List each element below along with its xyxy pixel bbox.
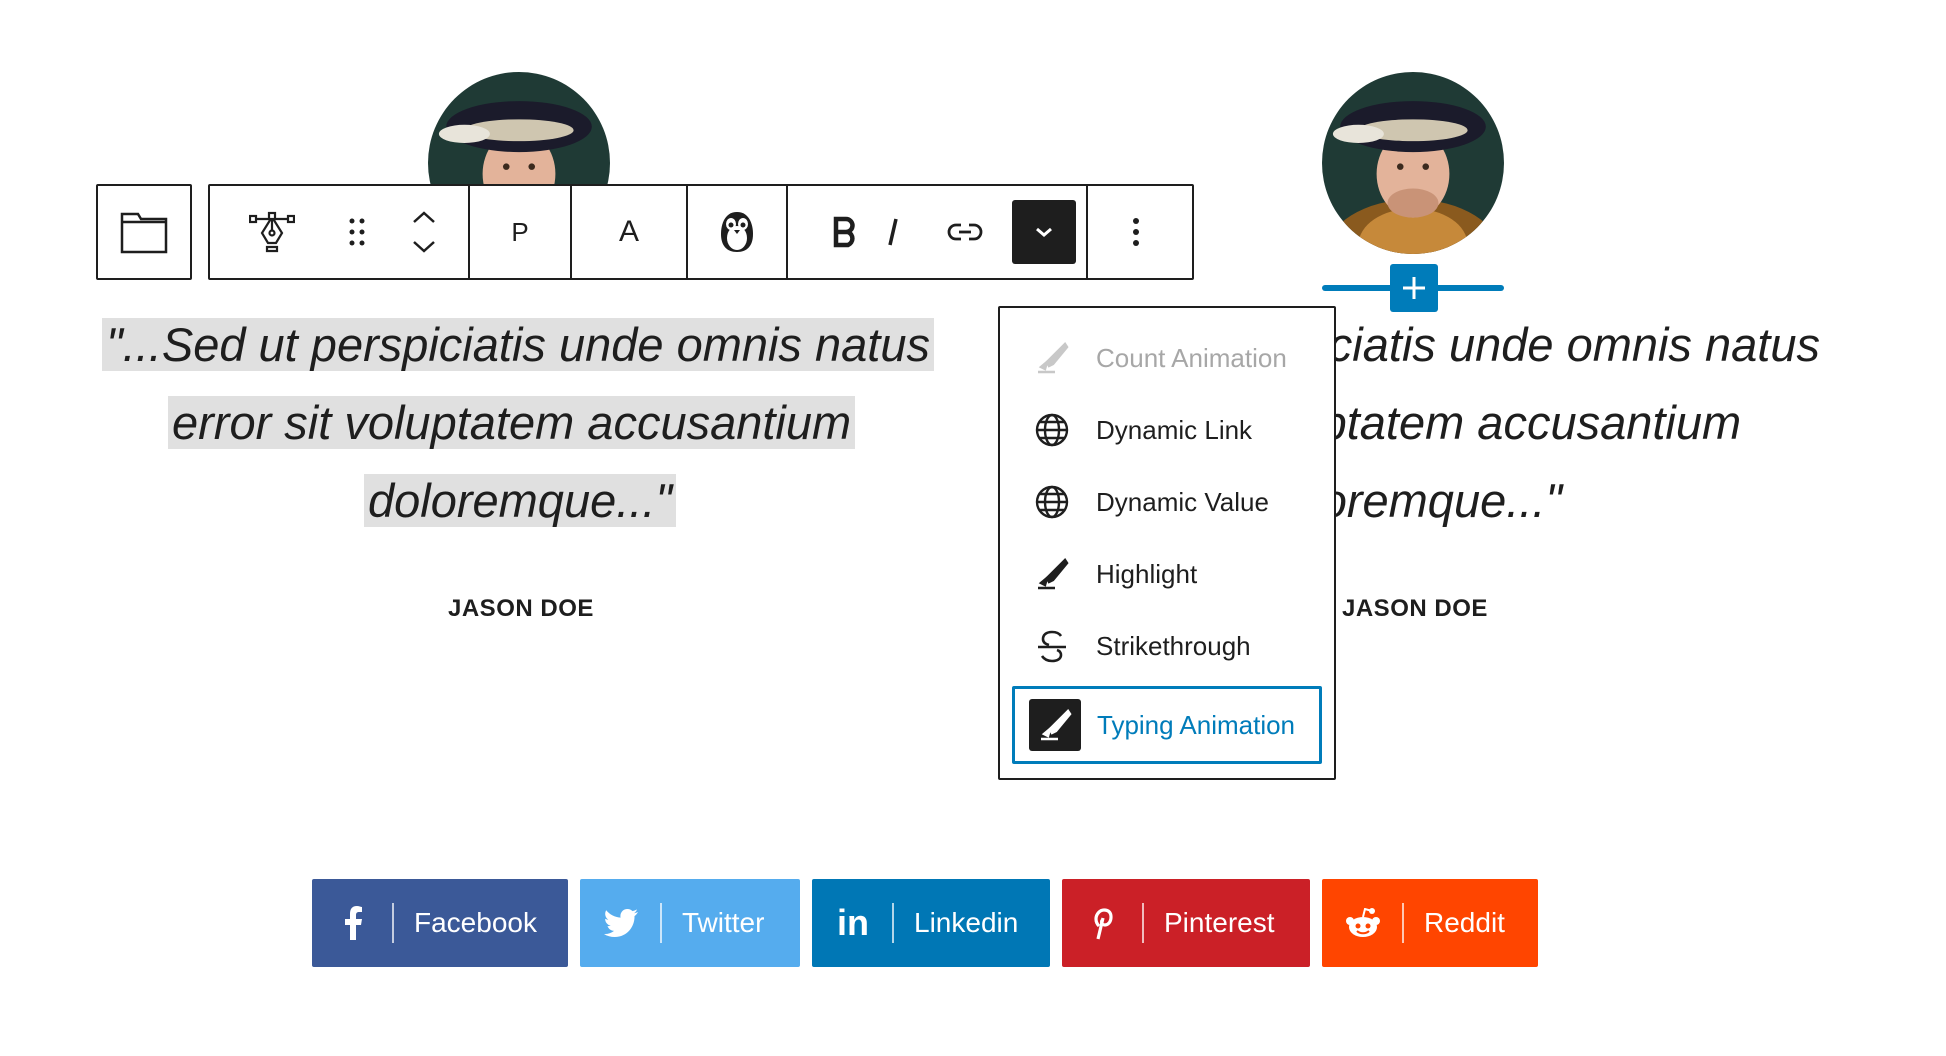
- block-controls-group: [210, 186, 470, 278]
- plugin-group: [688, 186, 788, 278]
- quote-line: error sit voluptatem accusantium: [168, 396, 856, 449]
- text-style-button[interactable]: A: [572, 186, 686, 278]
- quote-line: "...Sed ut perspiciatis unde omnis natus: [102, 318, 934, 371]
- share-label: Facebook: [414, 907, 537, 938]
- bold-button[interactable]: [788, 186, 858, 278]
- brush-icon: [1029, 699, 1081, 751]
- plus-icon: [1403, 277, 1425, 299]
- block-toolbar: P A: [208, 184, 1194, 280]
- options-button[interactable]: [1088, 186, 1184, 278]
- menu-item-dynamic-value[interactable]: Dynamic Value: [1012, 466, 1322, 538]
- menu-item-label: Count Animation: [1096, 342, 1287, 373]
- pinterest-icon: [1062, 879, 1144, 967]
- quote-line: doloremque...": [1330, 474, 1563, 527]
- menu-item-count-animation[interactable]: Count Animation: [1012, 322, 1322, 394]
- chevron-down-icon: [413, 241, 435, 253]
- drag-handle[interactable]: [334, 186, 380, 278]
- share-label: Linkedin: [914, 907, 1019, 938]
- menu-item-label: Dynamic Link: [1096, 414, 1253, 445]
- share-linkedin-button[interactable]: in Linkedin: [812, 879, 1050, 967]
- drag-dots-icon: [349, 218, 365, 246]
- share-twitter-button[interactable]: Twitter: [580, 879, 800, 967]
- menu-item-strikethrough[interactable]: Strikethrough: [1012, 610, 1322, 682]
- testimonial-quote[interactable]: "...Sed ut perspiciatis unde omnis natus…: [1330, 304, 1946, 544]
- globe-icon: [1032, 410, 1072, 450]
- menu-item-dynamic-link[interactable]: Dynamic Link: [1012, 394, 1322, 466]
- penguin-icon: [721, 212, 753, 252]
- quote-line: doloremque...": [364, 474, 677, 527]
- pen-tool-icon: [249, 211, 295, 253]
- bold-icon: [833, 216, 855, 248]
- twitter-icon: [580, 879, 662, 967]
- menu-item-label: Dynamic Value: [1096, 486, 1269, 517]
- add-block-button[interactable]: [1390, 264, 1438, 312]
- block-type-button[interactable]: [210, 186, 334, 278]
- italic-button[interactable]: [858, 186, 928, 278]
- italic-icon: [888, 218, 898, 246]
- globe-icon: [1032, 482, 1072, 522]
- avatar: [1322, 72, 1504, 254]
- more-vertical-icon: [1133, 218, 1139, 246]
- menu-item-label: Strikethrough: [1096, 630, 1251, 661]
- chevron-down-icon: [1036, 227, 1052, 237]
- paragraph-button[interactable]: P: [470, 186, 570, 278]
- share-reddit-button[interactable]: Reddit: [1322, 879, 1538, 967]
- paragraph-group: P: [470, 186, 572, 278]
- link-button[interactable]: [928, 186, 1002, 278]
- menu-item-label: Typing Animation: [1097, 709, 1296, 740]
- brush-icon: [1032, 338, 1072, 378]
- linkedin-icon: in: [812, 879, 894, 967]
- menu-item-label: Highlight: [1096, 558, 1198, 589]
- format-dropdown-menu: Count Animation Dynamic Link Dynamic Val…: [998, 306, 1336, 780]
- more-formats-button[interactable]: [1002, 186, 1086, 278]
- move-up-down-buttons[interactable]: [380, 186, 468, 278]
- share-label: Reddit: [1424, 907, 1505, 938]
- share-label: Twitter: [682, 907, 765, 938]
- testimonial-author: JASON DOE: [1342, 595, 1488, 622]
- strikethrough-icon: [1032, 626, 1072, 666]
- plugin-button[interactable]: [688, 186, 786, 278]
- brush-icon: [1032, 554, 1072, 594]
- testimonial-author: JASON DOE: [448, 595, 594, 622]
- options-group: [1088, 186, 1184, 278]
- quote-line: error sit voluptatem accusantium: [1330, 396, 1742, 449]
- text-color-group: A: [572, 186, 688, 278]
- reddit-icon: [1322, 879, 1404, 967]
- folder-icon: [120, 212, 168, 254]
- quote-line: "...Sed ut perspiciatis unde omnis natus: [1330, 318, 1820, 371]
- link-icon: [947, 223, 983, 241]
- share-facebook-button[interactable]: Facebook: [312, 879, 568, 967]
- chevron-up-icon: [413, 211, 435, 223]
- format-group: [788, 186, 1088, 278]
- share-label: Pinterest: [1164, 907, 1275, 938]
- menu-item-highlight[interactable]: Highlight: [1012, 538, 1322, 610]
- share-pinterest-button[interactable]: Pinterest: [1062, 879, 1310, 967]
- menu-item-typing-animation[interactable]: Typing Animation: [1012, 686, 1322, 764]
- facebook-icon: [312, 879, 394, 967]
- select-parent-button[interactable]: [96, 184, 192, 280]
